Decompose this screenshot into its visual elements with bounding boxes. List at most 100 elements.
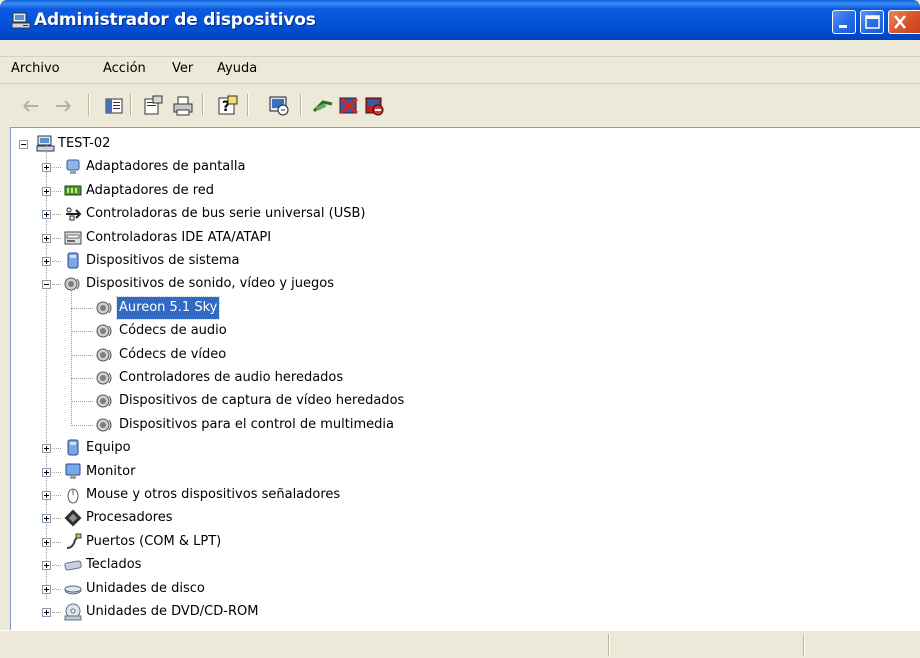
- sound-icon: [64, 277, 80, 291]
- title-bar[interactable]: Administrador de dispositivos: [0, 0, 920, 40]
- expand-icon[interactable]: [42, 608, 51, 617]
- tree-item[interactable]: Puertos (COM & LPT): [11, 531, 611, 553]
- tree-item[interactable]: Equipo: [11, 437, 611, 459]
- tree-child-item[interactable]: Controladores de audio heredados: [11, 367, 611, 389]
- expand-icon[interactable]: [42, 584, 51, 594]
- expand-icon[interactable]: [42, 467, 51, 477]
- mouse-icon: [67, 488, 79, 504]
- tree-child-item[interactable]: Dispositivos de captura de vídeo heredad…: [11, 390, 611, 412]
- tree-item-label: Teclados: [86, 557, 142, 573]
- uninstall-button[interactable]: [336, 93, 362, 119]
- help-icon: ?: [218, 95, 238, 115]
- tree-item[interactable]: Adaptadores de red: [11, 180, 611, 202]
- tree-item[interactable]: Controladoras de bus serie universal (US…: [11, 203, 611, 225]
- maximize-button[interactable]: [860, 10, 884, 34]
- tree-item[interactable]: Adaptadores de pantalla: [11, 156, 611, 178]
- tree-child-item[interactable]: Aureon 5.1 Sky: [11, 295, 611, 320]
- tree-child-label: Códecs de vídeo: [119, 346, 227, 362]
- expand-icon[interactable]: [42, 233, 51, 243]
- help-button[interactable]: ?: [215, 93, 241, 119]
- minimize-icon: [839, 25, 847, 28]
- tree-item[interactable]: Procesadores: [11, 507, 611, 529]
- update-driver-button[interactable]: [310, 93, 336, 119]
- tree-item-label: Adaptadores de red: [86, 182, 215, 198]
- disable-button[interactable]: [361, 93, 387, 119]
- forward-icon: [56, 100, 71, 112]
- sound-device-icon: [96, 301, 112, 315]
- ide-controller-icon: [64, 231, 82, 245]
- expand-icon[interactable]: [42, 514, 51, 524]
- print-icon: [173, 96, 193, 116]
- sound-device-icon: [96, 418, 112, 432]
- expand-icon[interactable]: [42, 537, 51, 547]
- expand-icon[interactable]: [42, 561, 51, 571]
- expand-icon[interactable]: [42, 491, 51, 500]
- console-tree-button[interactable]: [101, 93, 127, 119]
- tree-item-label: Unidades de disco: [86, 580, 205, 596]
- tree-item[interactable]: Controladoras IDE ATA/ATAPI: [11, 227, 611, 249]
- close-button[interactable]: [888, 10, 920, 34]
- tree-item-label: Controladoras IDE ATA/ATAPI: [86, 229, 272, 245]
- tree-line: [71, 307, 93, 310]
- tree-line: [71, 354, 93, 357]
- tree-item-label: Adaptadores de pantalla: [86, 159, 246, 175]
- console-tree-icon: [105, 98, 123, 114]
- tree-child-item[interactable]: Dispositivos para el control de multimed…: [11, 414, 611, 436]
- toolbar-separator: [88, 94, 90, 116]
- back-icon: [23, 100, 38, 112]
- expand-icon[interactable]: [42, 257, 51, 266]
- port-icon: [66, 533, 82, 549]
- sound-device-icon: [96, 394, 112, 408]
- print-button[interactable]: [170, 93, 196, 119]
- expand-icon[interactable]: [42, 163, 51, 173]
- tree-item-label: Puertos (COM & LPT): [86, 533, 222, 549]
- expand-icon[interactable]: [42, 444, 51, 454]
- sound-device-icon: [96, 324, 112, 338]
- tree-child-label: Dispositivos para el control de multimed…: [119, 416, 394, 432]
- tree-item[interactable]: Unidades de disco: [11, 578, 611, 600]
- tree-root[interactable]: TEST-02: [11, 133, 311, 155]
- tree-item-label: Dispositivos de sistema: [86, 253, 240, 268]
- tree-item[interactable]: Teclados: [11, 554, 611, 576]
- scan-hardware-button[interactable]: [266, 93, 292, 119]
- usb-icon: [66, 207, 82, 221]
- system-device-icon: [67, 252, 79, 269]
- forward-button[interactable]: [50, 93, 76, 119]
- toolbar-separator: [300, 94, 302, 116]
- tree-item[interactable]: Dispositivos de sistema: [11, 250, 611, 272]
- device-tree[interactable]: TEST-02 Adaptadores de pantalla Adaptador…: [10, 127, 920, 631]
- tree-item[interactable]: Mouse y otros dispositivos señaladores: [11, 484, 611, 506]
- tree-line: [71, 290, 73, 427]
- tree-item-label: Procesadores: [86, 510, 173, 526]
- menu-ayuda[interactable]: Ayuda: [217, 61, 257, 76]
- uninstall-icon: [339, 97, 358, 115]
- tree-item[interactable]: Monitor: [11, 461, 611, 483]
- properties-button[interactable]: [140, 93, 166, 119]
- toolbar: ?: [0, 83, 920, 127]
- disable-icon: [365, 97, 384, 116]
- tree-line: [71, 378, 93, 380]
- computer-icon: [67, 439, 79, 456]
- computer-icon: [36, 135, 55, 152]
- processor-icon: [64, 509, 82, 527]
- tree-item-label: Mouse y otros dispositivos señaladores: [86, 487, 341, 502]
- menu-ver[interactable]: Ver: [172, 61, 193, 76]
- tree-item[interactable]: Dispositivos de sonido, vídeo y juegos: [11, 273, 611, 295]
- monitor-icon: [65, 463, 81, 479]
- tree-child-item[interactable]: Códecs de audio: [11, 320, 611, 342]
- back-button[interactable]: [18, 93, 44, 119]
- scan-hardware-icon: [269, 96, 289, 116]
- toolbar-separator: [247, 94, 249, 116]
- collapse-icon[interactable]: [19, 140, 28, 149]
- expand-icon[interactable]: [42, 186, 51, 196]
- tree-line: [71, 424, 93, 427]
- tree-child-item[interactable]: Códecs de vídeo: [11, 344, 611, 366]
- minimize-button[interactable]: [832, 10, 856, 34]
- tree-root-label: TEST-02: [58, 136, 111, 151]
- expand-icon[interactable]: [42, 210, 51, 220]
- menu-accion[interactable]: Acción: [103, 61, 146, 76]
- tree-item[interactable]: Unidades de DVD/CD-ROM: [11, 601, 611, 623]
- collapse-icon[interactable]: [42, 280, 51, 290]
- sound-device-icon: [96, 371, 112, 385]
- menu-archivo[interactable]: Archivo: [11, 61, 60, 76]
